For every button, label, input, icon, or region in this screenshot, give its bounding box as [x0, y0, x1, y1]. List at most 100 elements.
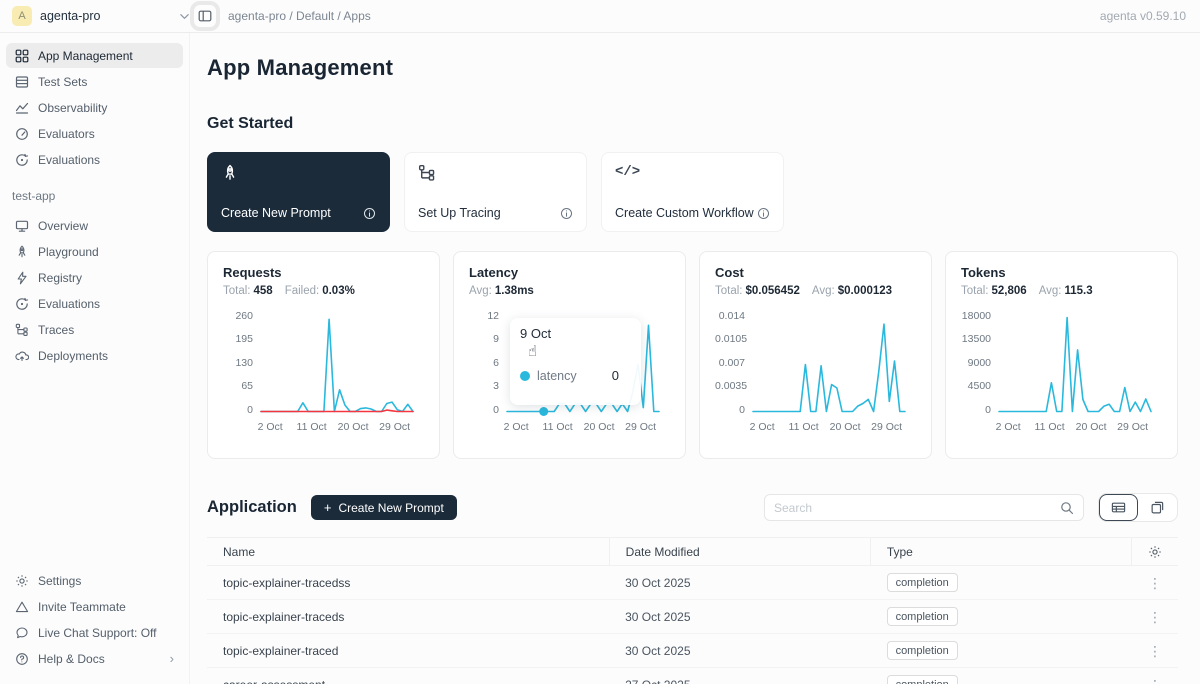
table-settings-gear-icon[interactable]: [1148, 545, 1162, 559]
branch-icon: [15, 323, 29, 337]
sidebar-item-app-evaluations[interactable]: Evaluations: [6, 291, 183, 316]
sidebar-item-evaluators[interactable]: Evaluators: [6, 121, 183, 146]
tooltip-series-label: latency: [537, 369, 577, 383]
table-view-button[interactable]: [1099, 494, 1138, 521]
card-label: Create New Prompt: [221, 206, 331, 220]
page-title: App Management: [207, 55, 1178, 81]
sidebar-item-label: Help & Docs: [38, 652, 105, 666]
create-new-prompt-card[interactable]: Create New Prompt: [207, 152, 390, 232]
table-row[interactable]: topic-explainer-traced 30 Oct 2025 compl…: [207, 634, 1178, 668]
workspace-avatar: A: [12, 6, 32, 26]
lightning-icon: [15, 271, 29, 285]
breadcrumb[interactable]: agenta-pro / Default / Apps: [228, 9, 371, 23]
code-icon: </>: [615, 164, 770, 184]
search-icon[interactable]: [1060, 501, 1074, 515]
workspace-name: agenta-pro: [40, 9, 100, 23]
chart-tooltip: 9 Oct ☝ latency 0: [510, 318, 641, 405]
table-view-icon: [1111, 500, 1126, 515]
card-view-icon: [1150, 500, 1165, 515]
sidebar-item-observability[interactable]: Observability: [6, 95, 183, 120]
tokens-chart-card: Tokens Total:52,806 Avg:115.3 1800013500…: [945, 251, 1178, 459]
sidebar-item-playground[interactable]: Playground: [6, 239, 183, 264]
sidebar-item-evaluations[interactable]: Evaluations: [6, 147, 183, 172]
card-label: Create Custom Workflow: [615, 206, 754, 220]
app-name: topic-explainer-traceds: [207, 610, 609, 624]
column-header-name[interactable]: Name: [207, 545, 609, 559]
sidebar-item-label: Evaluations: [38, 153, 100, 167]
sidebar-item-deployments[interactable]: Deployments: [6, 343, 183, 368]
x-axis-labels: 2 Oct11 Oct20 Oct29 Oct: [753, 421, 905, 437]
sidebar-item-traces[interactable]: Traces: [6, 317, 183, 342]
row-actions-kebab-icon[interactable]: ⋮: [1148, 644, 1162, 658]
table-row[interactable]: topic-explainer-tracedss 30 Oct 2025 com…: [207, 566, 1178, 600]
sidebar-item-registry[interactable]: Registry: [6, 265, 183, 290]
create-custom-workflow-card[interactable]: </> Create Custom Workflow: [601, 152, 784, 232]
app-name: topic-explainer-traced: [207, 644, 609, 658]
hand-cursor-icon: ☝: [528, 342, 631, 360]
search-box[interactable]: [764, 494, 1084, 521]
sidebar-item-test-sets[interactable]: Test Sets: [6, 69, 183, 94]
branch-icon: [418, 164, 573, 184]
x-axis-labels: 2 Oct11 Oct20 Oct29 Oct: [261, 421, 413, 437]
workspace-switcher[interactable]: A agenta-pro: [12, 6, 190, 26]
line-chart[interactable]: 2 Oct11 Oct20 Oct29 Oct: [261, 311, 413, 415]
rocket-icon: [221, 164, 376, 184]
row-actions-kebab-icon[interactable]: ⋮: [1148, 678, 1162, 684]
application-header: Application + Create New Prompt: [207, 493, 1178, 522]
table-row[interactable]: career-assessment 27 Oct 2025 completion…: [207, 668, 1178, 684]
metrics-cards: Requests Total:458 Failed:0.03% 26019513…: [207, 251, 1178, 459]
chart-title: Tokens: [961, 265, 1162, 280]
sidebar-item-help-docs[interactable]: Help & Docs ›: [6, 646, 183, 671]
sidebar-item-invite-teammate[interactable]: Invite Teammate: [6, 594, 183, 619]
column-header-date-modified[interactable]: Date Modified: [609, 538, 870, 565]
column-header-type[interactable]: Type: [870, 538, 1131, 565]
app-date: 30 Oct 2025: [609, 634, 870, 667]
requests-chart-card: Requests Total:458 Failed:0.03% 26019513…: [207, 251, 440, 459]
row-actions-kebab-icon[interactable]: ⋮: [1148, 610, 1162, 624]
line-chart[interactable]: 2 Oct11 Oct20 Oct29 Oct: [999, 311, 1151, 415]
sidebar-footer: Settings Invite Teammate Live Chat Suppo…: [6, 568, 183, 672]
refresh-circle-icon: [15, 297, 29, 311]
sidebar-item-label: Live Chat Support: Off: [38, 626, 157, 640]
x-axis-labels: 2 Oct11 Oct20 Oct29 Oct: [999, 421, 1151, 437]
table-row[interactable]: topic-explainer-traceds 30 Oct 2025 comp…: [207, 600, 1178, 634]
latency-chart-card: Latency Avg:1.38ms 129630 2 Oct11 Oct20 …: [453, 251, 686, 459]
search-input[interactable]: [774, 501, 1060, 515]
info-icon[interactable]: [757, 207, 770, 220]
sidebar-item-label: Observability: [38, 101, 107, 115]
question-circle-icon: [15, 652, 29, 666]
legend-dot: [520, 371, 530, 381]
grid-icon: [15, 49, 29, 63]
gauge-icon: [15, 127, 29, 141]
monitor-icon: [15, 219, 29, 233]
line-chart-icon: [15, 101, 29, 115]
sidebar-item-live-chat-support[interactable]: Live Chat Support: Off: [6, 620, 183, 645]
sidebar-item-overview[interactable]: Overview: [6, 213, 183, 238]
info-icon[interactable]: [560, 207, 573, 220]
get-started-heading: Get Started: [207, 115, 1178, 133]
create-new-prompt-button[interactable]: + Create New Prompt: [311, 495, 457, 520]
app-name: topic-explainer-tracedss: [207, 576, 609, 590]
card-label: Set Up Tracing: [418, 206, 501, 220]
line-chart[interactable]: 2 Oct11 Oct20 Oct29 Oct: [753, 311, 905, 415]
sidebar-item-app-management[interactable]: App Management: [6, 43, 183, 68]
chart-stats: Total:52,806 Avg:115.3: [961, 285, 1162, 297]
sidebar-item-label: Deployments: [38, 349, 108, 363]
type-badge: completion: [887, 607, 958, 626]
card-view-button[interactable]: [1138, 494, 1177, 521]
sidebar-item-label: Evaluations: [38, 297, 100, 311]
application-heading: Application: [207, 498, 297, 517]
rocket-icon: [15, 245, 29, 259]
row-actions-kebab-icon[interactable]: ⋮: [1148, 576, 1162, 590]
info-icon[interactable]: [363, 207, 376, 220]
type-badge: completion: [887, 573, 958, 592]
sidebar-item-label: Settings: [38, 574, 81, 588]
set-up-tracing-card[interactable]: Set Up Tracing: [404, 152, 587, 232]
version-label: agenta v0.59.10: [1100, 9, 1186, 23]
sidebar-item-settings[interactable]: Settings: [6, 568, 183, 593]
chat-bubble-icon: [15, 626, 29, 640]
chart-title: Cost: [715, 265, 916, 280]
sidebar-toggle-button[interactable]: [190, 1, 220, 31]
type-badge: completion: [887, 675, 958, 684]
y-axis-labels: 129630: [469, 311, 507, 415]
